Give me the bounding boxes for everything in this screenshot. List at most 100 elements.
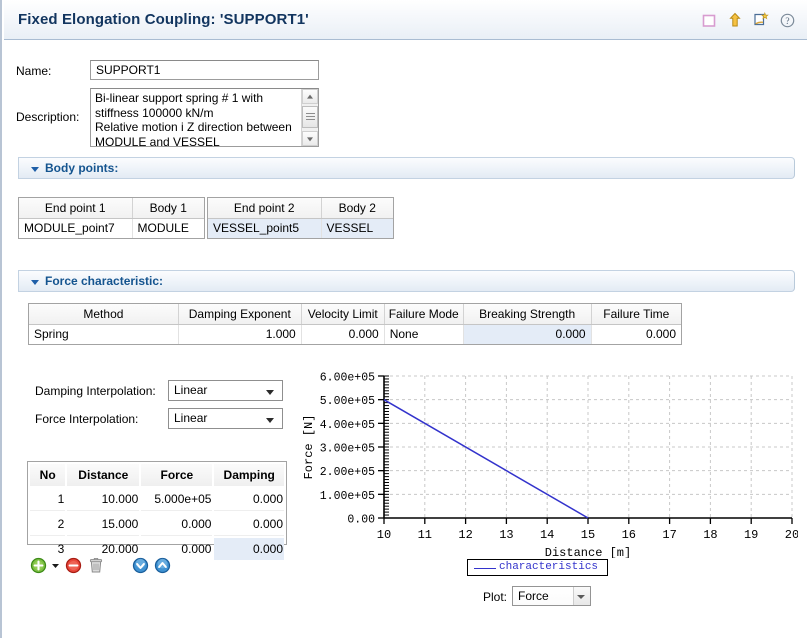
table-row[interactable]: VESSEL_point5 VESSEL [208,218,393,238]
cell-breaking-strength[interactable]: 0.000 [463,324,591,344]
legend-line-swatch [474,568,496,569]
scrollbar-thumb[interactable] [302,106,318,128]
section-header-force-characteristic[interactable]: Force characteristic: [18,270,795,292]
svg-text:14: 14 [540,528,554,542]
new-page-icon[interactable] [753,12,769,28]
cell-method[interactable]: Spring [29,324,178,344]
svg-text:13: 13 [499,528,513,542]
plot-selector-value: Force [518,589,549,603]
up-arrow-icon[interactable] [728,12,742,28]
add-row-dropdown[interactable] [51,561,60,570]
column-header-force: Force [141,464,212,486]
cell-body-1[interactable]: MODULE [132,218,204,238]
remove-row-button[interactable] [65,557,82,574]
description-scrollbar[interactable] [301,89,318,146]
chevron-down-icon [31,167,39,172]
description-text[interactable]: Bi-linear support spring # 1 with stiffn… [91,89,299,146]
title-bar: Fixed Elongation Coupling: 'SUPPORT1' [4,0,807,40]
chevron-down-icon [577,595,585,599]
delete-row-button[interactable] [88,557,104,574]
svg-text:1.00e+05: 1.00e+05 [320,490,375,503]
cell-velocity-limit[interactable]: 0.000 [301,324,384,344]
cell-damping[interactable]: 0.000 [214,513,284,536]
table-row[interactable]: 1 10.000 5.000e+05 0.000 [30,488,284,511]
damping-interpolation-value: Linear [174,383,207,397]
scroll-down-button[interactable] [302,131,318,146]
help-icon[interactable]: ? [780,13,795,28]
svg-text:Distance [m]: Distance [m] [545,546,631,558]
move-up-button[interactable] [154,557,171,574]
cell-end-point-1[interactable]: MODULE_point7 [19,218,132,238]
title-bar-icons: ? [702,12,795,28]
column-header-damping-exponent: Damping Exponent [178,304,301,324]
plot-selector-select[interactable]: Force [512,586,591,606]
page-title: Fixed Elongation Coupling: 'SUPPORT1' [18,11,309,28]
dialog-page: Fixed Elongation Coupling: 'SUPPORT1' [0,0,807,638]
table: No Distance Force Damping 1 10.000 5.000… [28,462,286,562]
cell-no[interactable]: 2 [30,513,65,536]
scroll-up-button[interactable] [302,89,318,104]
table-header-row: Method Damping Exponent Velocity Limit F… [29,304,681,324]
table-row[interactable]: 2 15.000 0.000 0.000 [30,513,284,536]
cell-body-2[interactable]: VESSEL [321,218,393,238]
body-point-2-table[interactable]: End point 2 Body 2 VESSEL_point5 VESSEL [207,197,394,239]
cell-no[interactable]: 1 [30,488,65,511]
table: End point 2 Body 2 VESSEL_point5 VESSEL [208,198,393,238]
characteristic-data-grid[interactable]: No Distance Force Damping 1 10.000 5.000… [27,461,287,545]
cell-damping[interactable]: 0.000 [214,488,284,511]
table-header-row: No Distance Force Damping [30,464,284,486]
table-header-row: End point 2 Body 2 [208,198,393,218]
force-characteristic-table[interactable]: Method Damping Exponent Velocity Limit F… [28,303,682,345]
svg-text:6.00e+05: 6.00e+05 [320,372,375,385]
svg-text:12: 12 [458,528,472,542]
damping-interpolation-select[interactable]: Linear [168,380,283,401]
force-characteristic-chart: 0.001.00e+052.00e+053.00e+054.00e+055.00… [298,368,798,558]
name-label: Name: [16,64,51,78]
chevron-down-icon [266,390,274,395]
svg-text:20: 20 [785,528,798,542]
cell-damping[interactable]: 0.000 [214,538,284,560]
plot-selector-label: Plot: [483,590,507,604]
svg-text:5.00e+05: 5.00e+05 [320,395,375,408]
force-interpolation-select[interactable]: Linear [168,408,283,429]
svg-text:11: 11 [418,528,432,542]
move-down-button[interactable] [132,557,149,574]
svg-text:10: 10 [377,528,391,542]
table-row[interactable]: Spring 1.000 0.000 None 0.000 0.000 [29,324,681,344]
chart-legend: characteristics [467,559,608,576]
cell-distance[interactable]: 15.000 [67,513,139,536]
svg-text:15: 15 [581,528,595,542]
column-header-velocity-limit: Velocity Limit [301,304,384,324]
column-header-distance: Distance [67,464,139,486]
svg-text:2.00e+05: 2.00e+05 [320,466,375,479]
description-field[interactable]: Bi-linear support spring # 1 with stiffn… [90,88,319,147]
svg-text:17: 17 [662,528,676,542]
svg-text:?: ? [785,17,789,27]
section-title-force-characteristic: Force characteristic: [45,274,163,288]
table-row[interactable]: MODULE_point7 MODULE [19,218,204,238]
column-header: Body 2 [321,198,393,218]
cell-damping-exponent[interactable]: 1.000 [178,324,301,344]
cell-force[interactable]: 0.000 [141,513,212,536]
svg-text:Force [N]: Force [N] [302,415,316,480]
cell-force[interactable]: 5.000e+05 [141,488,212,511]
description-label: Description: [16,110,79,124]
cell-distance[interactable]: 10.000 [67,488,139,511]
svg-text:18: 18 [703,528,717,542]
table-header-row: End point 1 Body 1 [19,198,204,218]
column-header-damping: Damping [214,464,284,486]
cell-failure-time[interactable]: 0.000 [591,324,681,344]
cell-failure-mode[interactable]: None [384,324,463,344]
column-header: End point 1 [19,198,132,218]
add-row-button[interactable] [30,557,47,574]
body-point-1-table[interactable]: End point 1 Body 1 MODULE_point7 MODULE [18,197,205,239]
table: Method Damping Exponent Velocity Limit F… [29,304,681,344]
cell-end-point-2[interactable]: VESSEL_point5 [208,218,321,238]
pin-square-icon[interactable] [702,13,717,28]
section-header-body-points[interactable]: Body points: [18,157,795,179]
table: End point 1 Body 1 MODULE_point7 MODULE [19,198,204,238]
data-grid-toolbar [30,554,171,576]
name-input[interactable] [90,60,319,80]
column-header-no: No [30,464,65,486]
column-header: Body 1 [132,198,204,218]
